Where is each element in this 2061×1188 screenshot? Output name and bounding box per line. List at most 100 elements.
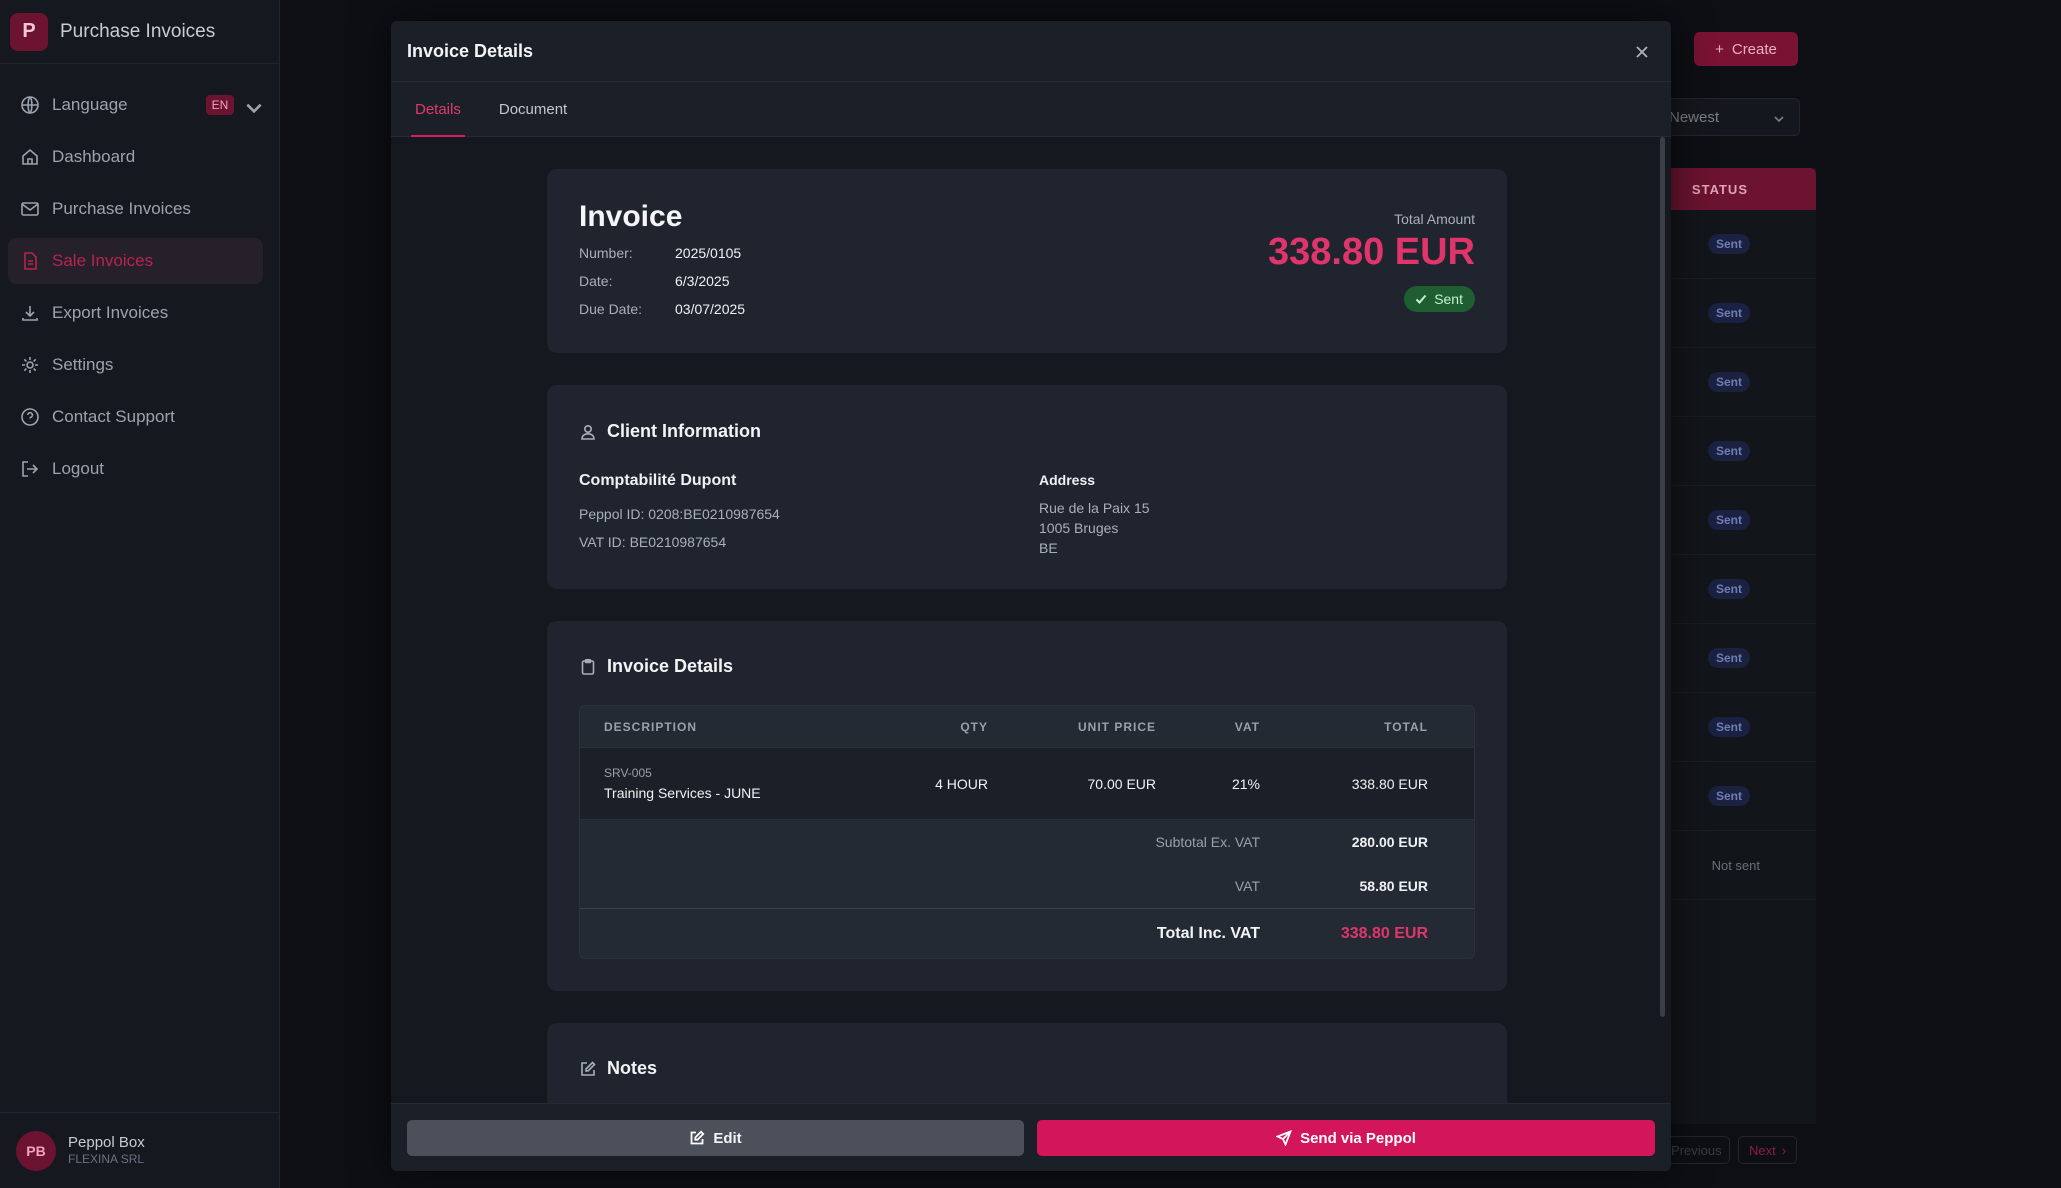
col-unit-price: UNIT PRICE: [1077, 719, 1156, 734]
section-title-text: Invoice Details: [607, 656, 734, 676]
status-badge: Sent: [1404, 286, 1475, 312]
due-date-label: Due Date:: [579, 301, 643, 317]
sidebar-item-export-invoices[interactable]: Export Invoices: [8, 290, 263, 336]
sidebar-item-settings[interactable]: Settings: [8, 342, 263, 388]
brand-header[interactable]: P Purchase Invoices: [0, 0, 279, 64]
address-line: 1005 Bruges: [1039, 520, 1119, 536]
tab-document[interactable]: Document: [499, 82, 567, 137]
table-row: SRV-005 Training Services - JUNE 4 HOUR …: [580, 748, 1474, 820]
profile-name: Peppol Box: [68, 1134, 145, 1152]
sidebar-item-dashboard[interactable]: Dashboard: [8, 134, 263, 180]
grand-total-value: 338.80 EUR: [1340, 924, 1428, 942]
modal-tabs: Details Document: [391, 82, 1671, 137]
date-value: 6/3/2025: [675, 273, 730, 289]
due-date-value: 03/07/2025: [675, 301, 746, 317]
clipboard-icon: [581, 658, 595, 675]
create-button[interactable]: + Create: [1694, 32, 1798, 66]
vat-label: VAT: [1234, 878, 1260, 894]
status-badge: Sent: [1707, 648, 1750, 668]
globe-icon: [21, 96, 39, 114]
col-qty: QTY: [960, 719, 988, 734]
vat-row: VAT 58.80 EUR: [580, 864, 1474, 908]
sidebar-item-label: Export Invoices: [52, 303, 169, 322]
invoice-date: Date: 6/3/2025: [579, 273, 730, 289]
gear-icon: [22, 357, 38, 373]
status-badge: Sent: [1707, 579, 1750, 599]
item-qty: 4 HOUR: [935, 775, 988, 792]
sidebar-item-sale-invoices[interactable]: Sale Invoices: [8, 238, 263, 284]
user-icon: [581, 424, 595, 440]
send-via-peppol-button[interactable]: Send via Peppol: [1037, 1120, 1655, 1156]
line-items-table: DESCRIPTION QTY UNIT PRICE VAT TOTAL SRV…: [579, 705, 1475, 959]
download-icon: [22, 306, 38, 321]
sidebar-item-label: Language: [52, 95, 128, 114]
sidebar-item-logout[interactable]: Logout: [8, 446, 263, 492]
number-label: Number:: [579, 245, 633, 261]
status-badge: Sent: [1707, 441, 1750, 461]
sidebar-item-contact-support[interactable]: Contact Support: [8, 394, 263, 440]
client-peppol-id: Peppol ID: 0208:BE0210987654: [579, 506, 780, 522]
sidebar-nav: Language EN Dashboard Purchase Invoices …: [0, 64, 279, 492]
app-logo: P: [10, 12, 48, 51]
status-label: Sent: [1434, 291, 1463, 307]
status-badge: Sent: [1707, 234, 1750, 254]
item-total: 338.80 EUR: [1351, 775, 1428, 792]
subtotal-label: Subtotal Ex. VAT: [1155, 834, 1260, 850]
notes-card: Notes: [547, 1023, 1507, 1103]
help-icon: [21, 408, 39, 426]
date-label: Date:: [579, 273, 613, 289]
col-vat: VAT: [1234, 719, 1260, 734]
modal-footer: Edit Send via Peppol: [391, 1103, 1671, 1171]
item-sku: SRV-005: [604, 766, 652, 780]
section-title-text: Notes: [607, 1058, 658, 1078]
client-information-card: Client Information Comptabilité Dupont P…: [547, 385, 1507, 589]
invoice-details-modal: Invoice Details Details Document Invoice…: [391, 21, 1671, 1171]
status-badge: Sent: [1707, 303, 1750, 323]
status-badge: Sent: [1707, 786, 1750, 806]
invoice-number: Number: 2025/0105: [579, 245, 741, 261]
modal-title: Invoice Details: [407, 40, 534, 61]
sidebar-item-label: Sale Invoices: [52, 251, 154, 270]
col-total: TOTAL: [1384, 719, 1428, 734]
col-description: DESCRIPTION: [604, 719, 698, 734]
invoice-details-card: Invoice Details DESCRIPTION QTY UNIT PRI…: [547, 621, 1507, 991]
modal-scrollbar[interactable]: [1660, 137, 1665, 1017]
grand-total-label: Total Inc. VAT: [1156, 924, 1260, 942]
close-button[interactable]: [1631, 41, 1653, 63]
user-profile[interactable]: PB Peppol Box FLEXINA SRL: [0, 1112, 279, 1188]
details-section-title: Invoice Details: [579, 656, 733, 677]
home-icon: [22, 148, 38, 165]
status-badge: Sent: [1707, 510, 1750, 530]
address-line: BE: [1039, 540, 1058, 556]
subtotal-row: Subtotal Ex. VAT 280.00 EUR: [580, 820, 1474, 864]
sidebar-item-purchase-invoices[interactable]: Purchase Invoices: [8, 186, 263, 232]
sidebar-item-label: Logout: [52, 459, 104, 478]
edit-label: Edit: [713, 1129, 742, 1147]
sort-value: Newest: [1669, 108, 1720, 126]
logout-icon: [22, 461, 39, 477]
tab-details[interactable]: Details: [411, 82, 465, 137]
edit-icon: [581, 1060, 596, 1076]
item-vat: 21%: [1231, 775, 1260, 792]
next-page-button[interactable]: Next ›: [1738, 1136, 1798, 1164]
language-badge: EN: [206, 95, 234, 115]
table-header: DESCRIPTION QTY UNIT PRICE VAT TOTAL: [580, 706, 1474, 748]
chevron-down-icon: [1774, 116, 1784, 123]
sidebar-item-label: Dashboard: [52, 147, 136, 166]
send-icon: [1276, 1130, 1293, 1146]
total-amount-label: Total Amount: [1394, 211, 1475, 227]
pagination: Previous Next ›: [1660, 1136, 1798, 1164]
invoice-summary-card: Invoice Number: 2025/0105 Date: 6/3/2025 D…: [547, 169, 1507, 353]
modal-body: Invoice Number: 2025/0105 Date: 6/3/2025 D…: [391, 137, 1671, 1103]
number-value: 2025/0105: [675, 245, 742, 261]
invoice-heading: Invoice: [579, 200, 683, 233]
address-line: Rue de la Paix 15: [1039, 500, 1150, 516]
app-title: Purchase Invoices: [60, 20, 216, 42]
edit-button[interactable]: Edit: [407, 1120, 1024, 1156]
item-description: Training Services - JUNE: [604, 785, 761, 801]
sort-select[interactable]: Newest: [1658, 98, 1800, 136]
sidebar-item-language[interactable]: Language EN: [8, 82, 263, 128]
create-label: Create: [1731, 40, 1777, 58]
avatar: PB: [16, 1130, 56, 1171]
total-amount: 338.80 EUR: [1267, 231, 1475, 273]
